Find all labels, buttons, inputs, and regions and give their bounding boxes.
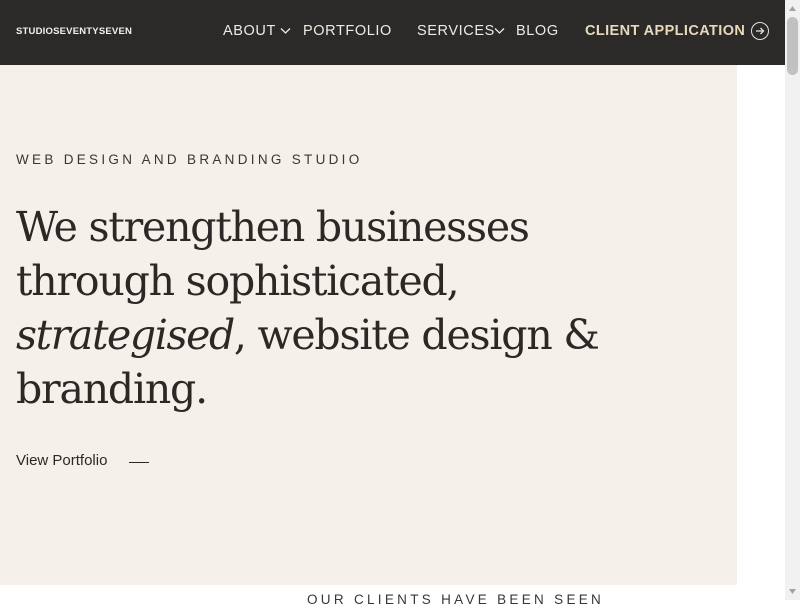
scroll-down-arrow-icon[interactable] — [787, 586, 798, 597]
hero-headline: We strengthen businesses through sophist… — [16, 200, 616, 416]
nav-portfolio[interactable]: PORTFOLIO — [303, 23, 392, 39]
arrow-right-circle-icon[interactable] — [751, 22, 769, 40]
chevron-down-icon[interactable] — [280, 27, 291, 35]
chevron-down-icon[interactable] — [494, 27, 505, 35]
scrollbar-track[interactable] — [785, 0, 800, 600]
logo[interactable]: STUDIOSEVENTYSEVEN — [16, 26, 132, 37]
hero-eyebrow: WEB DESIGN AND BRANDING STUDIO — [16, 152, 363, 167]
site-header: STUDIOSEVENTYSEVEN ABOUT PORTFOLIO SERVI… — [0, 0, 785, 65]
scroll-up-arrow-icon[interactable] — [787, 3, 798, 14]
headline-italic: strategised — [16, 311, 235, 359]
scrollbar-thumb[interactable] — [787, 17, 798, 75]
nav-blog[interactable]: BLOG — [516, 23, 559, 39]
link-line-decoration — [129, 462, 149, 464]
headline-text: We strengthen businesses through sophist… — [16, 203, 530, 305]
nav-about[interactable]: ABOUT — [223, 23, 276, 39]
view-portfolio-link[interactable]: View Portfolio — [16, 452, 107, 469]
nav-client-application[interactable]: CLIENT APPLICATION — [585, 23, 745, 39]
hero-section: WEB DESIGN AND BRANDING STUDIO We streng… — [0, 65, 737, 585]
nav-services[interactable]: SERVICES — [417, 23, 495, 39]
